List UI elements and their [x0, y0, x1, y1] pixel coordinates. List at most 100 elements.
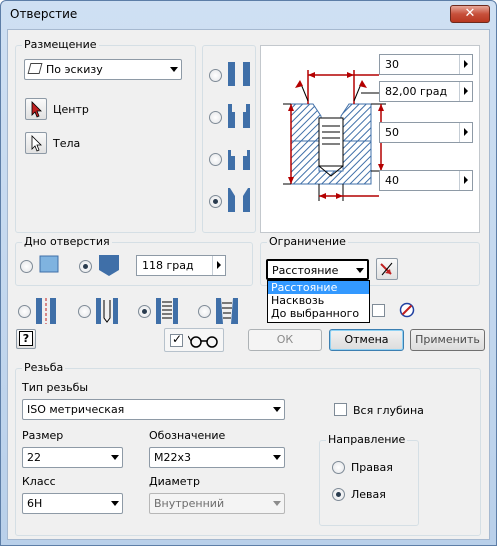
- placement-group: Размещение По эскизу Центр Тела: [15, 38, 196, 233]
- dim-1-value: 30: [385, 58, 399, 71]
- preview-checkbox[interactable]: [170, 332, 183, 347]
- bottom-angle-radio[interactable]: [79, 260, 92, 273]
- arrow-right-icon: [212, 256, 225, 275]
- chevron-down-icon: [170, 67, 178, 72]
- thread-type-3-radio[interactable]: [138, 305, 151, 318]
- apply-button[interactable]: Применить: [410, 329, 485, 351]
- solids-select-button[interactable]: [25, 132, 47, 154]
- cancel-button[interactable]: Отмена: [329, 329, 404, 351]
- solids-label: Тела: [53, 137, 81, 150]
- hole-type-simple-radio[interactable]: [209, 69, 222, 82]
- dim-4-input[interactable]: 40: [379, 170, 473, 191]
- direction-left-radio[interactable]: [332, 488, 345, 501]
- window-title: Отверстие: [10, 7, 78, 21]
- thread-type-2-radio[interactable]: [78, 305, 91, 318]
- thread-type-select[interactable]: ISO метрическая: [22, 399, 285, 420]
- countersink-hole-icon: [228, 188, 250, 212]
- no-entry-icon[interactable]: [399, 302, 415, 318]
- class-select[interactable]: 6H: [22, 493, 123, 514]
- hole-type-counterbore-radio[interactable]: [209, 111, 222, 124]
- flat-bottom-icon: [39, 255, 59, 273]
- termination-value: Расстояние: [272, 264, 339, 277]
- thread-label: Резьба: [22, 361, 66, 374]
- dialog-client: Размещение По эскизу Центр Тела 30 82,00…: [7, 29, 490, 540]
- hole-bottom-label: Дно отверстия: [22, 235, 112, 248]
- termination-option-distance[interactable]: Расстояние: [268, 281, 369, 294]
- diameter-label: Диаметр: [149, 475, 200, 488]
- class-label: Класс: [22, 475, 56, 488]
- glasses-icon: [188, 335, 218, 348]
- flip-arrows-icon: [380, 262, 393, 276]
- placement-type-select[interactable]: По эскизу: [24, 59, 182, 80]
- clearance-hole-icon: [96, 298, 118, 324]
- hole-type-group: [202, 45, 256, 233]
- dim-2-value: 82,00 град: [385, 85, 448, 98]
- arrow-right-icon: [459, 82, 472, 101]
- counterbore-hole-icon: [228, 104, 250, 128]
- chevron-down-icon: [111, 501, 119, 506]
- designation-select[interactable]: M22x3: [149, 447, 285, 468]
- cursor-red-icon: [31, 101, 42, 118]
- diameter-value: Внутренний: [154, 497, 225, 510]
- termination-select[interactable]: Расстояние: [266, 259, 369, 280]
- chevron-down-icon: [273, 501, 281, 506]
- center-label: Центр: [53, 103, 89, 116]
- full-depth-label: Вся глубина: [353, 404, 424, 417]
- termination-dropdown-list: Расстояние Насквозь До выбранного: [267, 280, 370, 323]
- termination-label: Ограничение: [267, 235, 348, 248]
- dim-1-input[interactable]: 30: [379, 54, 473, 75]
- direction-right-radio[interactable]: [332, 461, 345, 474]
- dim-3-value: 50: [385, 126, 399, 139]
- thread-group: Резьба Тип резьбы ISO метрическая Вся гл…: [15, 361, 481, 536]
- center-select-button[interactable]: [25, 98, 47, 120]
- thread-type-4-radio[interactable]: [198, 305, 211, 318]
- bottom-angle-input[interactable]: 118 град: [136, 255, 226, 276]
- dim-3-input[interactable]: 50: [379, 122, 473, 143]
- thread-type-1-radio[interactable]: [18, 305, 31, 318]
- thread-type-value: ISO метрическая: [27, 403, 125, 416]
- dim-2-input[interactable]: 82,00 град: [379, 81, 473, 102]
- help-icon: ?: [19, 331, 33, 346]
- arrow-right-icon: [459, 123, 472, 142]
- full-depth-checkbox[interactable]: [334, 403, 347, 416]
- close-button[interactable]: ✕: [450, 5, 490, 23]
- preview-toggle-group: [164, 328, 224, 352]
- help-button[interactable]: ?: [16, 329, 36, 349]
- infer-checkbox[interactable]: [372, 304, 385, 317]
- termination-option-through-all[interactable]: Насквозь: [268, 294, 369, 307]
- simple-hole-icon: [228, 62, 250, 86]
- dialog-window: Отверстие ✕ Размещение По эскизу Центр Т…: [0, 0, 497, 546]
- tapped-hole-icon: [156, 298, 178, 324]
- termination-option-to-selected[interactable]: До выбранного: [268, 307, 369, 320]
- size-value: 22: [27, 451, 41, 464]
- angled-bottom-icon: [99, 255, 119, 276]
- hole-type-spotface-radio[interactable]: [209, 153, 222, 166]
- spotface-hole-icon: [228, 150, 250, 170]
- hole-preview-panel: 30 82,00 град 50 40: [260, 45, 480, 233]
- ok-button[interactable]: ОК: [248, 329, 322, 351]
- taper-tapped-hole-icon: [216, 298, 238, 324]
- arrow-right-icon: [459, 171, 472, 190]
- chevron-down-icon: [273, 455, 281, 460]
- hole-type-countersink-radio[interactable]: [209, 195, 222, 208]
- direction-label: Направление: [326, 433, 408, 446]
- arrow-right-icon: [459, 55, 472, 74]
- designation-label: Обозначение: [149, 429, 226, 442]
- title-bar[interactable]: Отверстие ✕: [1, 1, 496, 27]
- chevron-down-icon: [111, 455, 119, 460]
- chevron-down-icon: [356, 268, 364, 273]
- size-label: Размер: [22, 429, 64, 442]
- cursor-white-icon: [31, 135, 42, 152]
- bottom-flat-radio[interactable]: [20, 260, 33, 273]
- direction-right-label: Правая: [351, 461, 393, 474]
- sketch-icon: [27, 63, 43, 74]
- diameter-select[interactable]: Внутренний: [149, 493, 285, 514]
- direction-left-label: Левая: [351, 488, 386, 501]
- size-select[interactable]: 22: [22, 447, 123, 468]
- placement-label: Размещение: [22, 38, 99, 51]
- dim-4-value: 40: [385, 174, 399, 187]
- thread-type-label: Тип резьбы: [22, 381, 89, 394]
- class-value: 6H: [27, 497, 43, 510]
- flip-direction-button[interactable]: [376, 258, 398, 280]
- drilled-hole-icon: [36, 298, 56, 324]
